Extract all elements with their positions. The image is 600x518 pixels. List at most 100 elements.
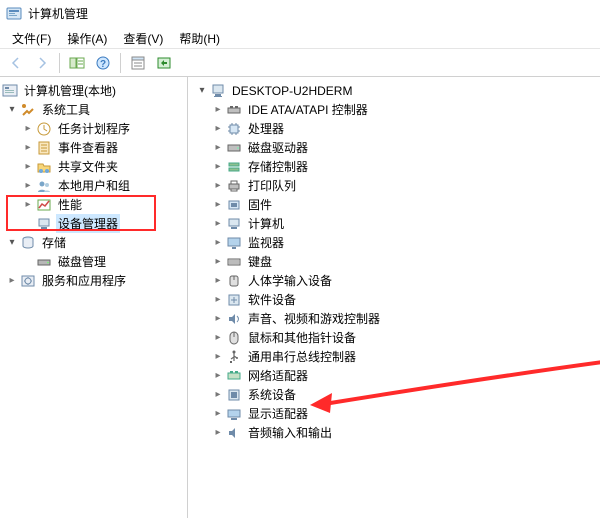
cat-sound[interactable]: 声音、视频和游戏控制器 [188,309,600,328]
cat-mouse[interactable]: 鼠标和其他指针设备 [188,328,600,347]
tree-device-manager[interactable]: 设备管理器 [0,214,187,233]
eventlog-icon [36,140,52,156]
tree-root[interactable]: 计算机管理(本地) [0,81,187,100]
titlebar: 计算机管理 [0,0,600,28]
cat-firmware[interactable]: 固件 [188,195,600,214]
tree-event-viewer[interactable]: 事件查看器 [0,138,187,157]
expander-icon[interactable] [4,102,20,118]
hid-icon [226,273,242,289]
cat-print-queue[interactable]: 打印队列 [188,176,600,195]
tree-disk-mgmt[interactable]: 磁盘管理 [0,252,187,271]
show-hide-tree-button[interactable] [65,51,89,75]
cat-computer[interactable]: 计算机 [188,214,600,233]
cat-print-queue-label: 打印队列 [246,176,298,195]
expander-icon[interactable] [210,140,226,156]
menu-view[interactable]: 查看(V) [115,28,171,49]
cat-storage-ctrl[interactable]: 存储控制器 [188,157,600,176]
expander-icon[interactable] [4,235,20,251]
expander-icon[interactable] [210,178,226,194]
expander-icon[interactable] [210,387,226,403]
tree-performance[interactable]: 性能 [0,195,187,214]
menu-help[interactable]: 帮助(H) [171,28,228,49]
tree-storage[interactable]: 存储 [0,233,187,252]
tree-system-tools-label: 系统工具 [40,100,92,119]
computer-icon [210,83,226,99]
menu-file[interactable]: 文件(F) [4,28,59,49]
expander-icon[interactable] [20,140,36,156]
expander-icon[interactable] [210,368,226,384]
cat-software[interactable]: 软件设备 [188,290,600,309]
tree-device-manager-label: 设备管理器 [56,214,120,233]
cat-audio-io[interactable]: 音频输入和输出 [188,423,600,442]
storage-ctrl-icon [226,159,242,175]
software-icon [226,292,242,308]
expander-icon[interactable] [210,273,226,289]
system-dev-icon [226,387,242,403]
cat-sound-label: 声音、视频和游戏控制器 [246,309,382,328]
cat-storage-ctrl-label: 存储控制器 [246,157,310,176]
tree-shared-folders-label: 共享文件夹 [56,157,120,176]
toolbar: ? [0,49,600,77]
tree-services-apps[interactable]: 服务和应用程序 [0,271,187,290]
computer-mgmt-icon [2,83,18,99]
cat-sys-dev-label: 系统设备 [246,385,298,404]
cat-software-label: 软件设备 [246,290,298,309]
cat-disk-drive[interactable]: 磁盘驱动器 [188,138,600,157]
properties-button[interactable] [126,51,150,75]
forward-button[interactable] [30,51,54,75]
expander-icon[interactable] [210,216,226,232]
expander-icon[interactable] [210,121,226,137]
expander-icon[interactable] [20,121,36,137]
expander-placeholder [20,216,36,232]
cpu-icon [226,121,242,137]
audio-io-icon [226,425,242,441]
firmware-icon [226,197,242,213]
cat-display-label: 显示适配器 [246,404,310,423]
sound-icon [226,311,242,327]
expander-icon[interactable] [210,254,226,270]
cat-sys-dev[interactable]: 系统设备 [188,385,600,404]
help-button[interactable]: ? [91,51,115,75]
expander-icon[interactable] [210,292,226,308]
expander-icon[interactable] [210,159,226,175]
tree-event-viewer-label: 事件查看器 [56,138,120,157]
cat-ide[interactable]: IDE ATA/ATAPI 控制器 [188,100,600,119]
expander-icon[interactable] [20,178,36,194]
performance-icon [36,197,52,213]
cat-network[interactable]: 网络适配器 [188,366,600,385]
users-icon [36,178,52,194]
left-pane: 计算机管理(本地) 系统工具 任务计划程序 事件查看器 共享文件夹 [0,77,188,518]
expander-icon[interactable] [210,102,226,118]
tree-system-tools[interactable]: 系统工具 [0,100,187,119]
cat-display[interactable]: 显示适配器 [188,404,600,423]
menu-action[interactable]: 操作(A) [59,28,115,49]
cat-monitor[interactable]: 监视器 [188,233,600,252]
tree-task-scheduler[interactable]: 任务计划程序 [0,119,187,138]
expander-icon[interactable] [210,349,226,365]
tree-local-users[interactable]: 本地用户和组 [0,176,187,195]
expander-icon[interactable] [194,83,210,99]
expander-icon[interactable] [20,197,36,213]
cat-usb[interactable]: 通用串行总线控制器 [188,347,600,366]
expander-icon[interactable] [210,425,226,441]
cat-cpu[interactable]: 处理器 [188,119,600,138]
device-root[interactable]: DESKTOP-U2HDERM [188,81,600,100]
tree-shared-folders[interactable]: 共享文件夹 [0,157,187,176]
usb-icon [226,349,242,365]
tree-performance-label: 性能 [56,195,84,214]
cat-keyboard[interactable]: 键盘 [188,252,600,271]
expander-icon[interactable] [210,406,226,422]
refresh-button[interactable] [152,51,176,75]
disk-icon [36,254,52,270]
device-root-label: DESKTOP-U2HDERM [230,83,354,99]
expander-icon[interactable] [210,197,226,213]
window-title: 计算机管理 [28,5,88,22]
expander-icon[interactable] [210,235,226,251]
back-button[interactable] [4,51,28,75]
expander-icon[interactable] [210,330,226,346]
cat-hid[interactable]: 人体学输入设备 [188,271,600,290]
expander-icon[interactable] [20,159,36,175]
expander-icon[interactable] [4,273,20,289]
expander-icon[interactable] [210,311,226,327]
right-pane: DESKTOP-U2HDERM IDE ATA/ATAPI 控制器 处理器 磁盘… [188,77,600,518]
